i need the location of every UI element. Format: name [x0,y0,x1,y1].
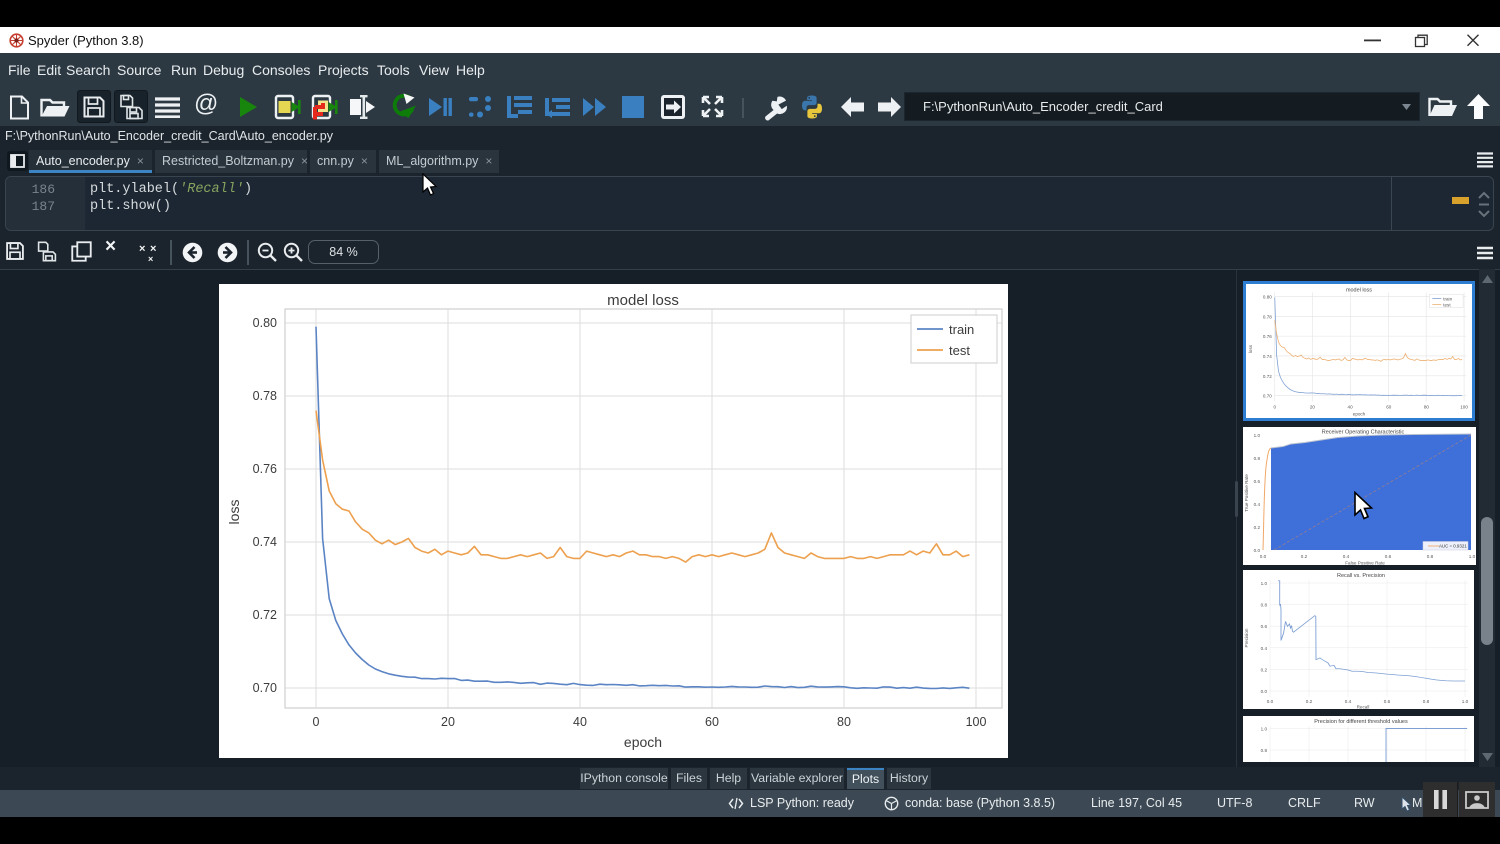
svg-text:test: test [1443,302,1451,307]
svg-text:×: × [139,243,145,255]
svg-text:40: 40 [1348,404,1354,409]
svg-text:80: 80 [837,715,851,729]
svg-text:model loss: model loss [1346,288,1372,294]
svg-text:0.80: 0.80 [253,316,277,330]
svg-text:0.74: 0.74 [253,535,277,549]
svg-text:0.70: 0.70 [1263,394,1272,399]
svg-text:0.76: 0.76 [253,462,277,476]
svg-text:60: 60 [705,715,719,729]
svg-text:×: × [148,254,153,263]
svg-text:60: 60 [1386,404,1392,409]
svg-text:0.80: 0.80 [1263,294,1272,299]
svg-text:epoch: epoch [624,734,662,750]
svg-text:epoch: epoch [1353,411,1366,416]
svg-text:0: 0 [313,715,320,729]
svg-text:100: 100 [966,715,987,729]
svg-text:20: 20 [1310,404,1316,409]
svg-text:loss: loss [226,500,242,525]
svg-text:0.70: 0.70 [253,681,277,695]
svg-text:0.78: 0.78 [1263,314,1272,319]
svg-text:100: 100 [1460,404,1468,409]
svg-text:20: 20 [441,715,455,729]
svg-text:train: train [1443,296,1452,301]
svg-text:test: test [949,343,970,358]
svg-text:80: 80 [1424,404,1430,409]
svg-text:0.72: 0.72 [1263,374,1272,379]
svg-text:train: train [949,322,974,337]
svg-text:loss: loss [1248,344,1253,353]
svg-text:0.74: 0.74 [1263,354,1272,359]
svg-text:0.78: 0.78 [253,389,277,403]
svg-text:40: 40 [573,715,587,729]
svg-text:0.76: 0.76 [1263,334,1272,339]
svg-text:model loss: model loss [607,292,679,309]
svg-text:0.72: 0.72 [253,608,277,622]
